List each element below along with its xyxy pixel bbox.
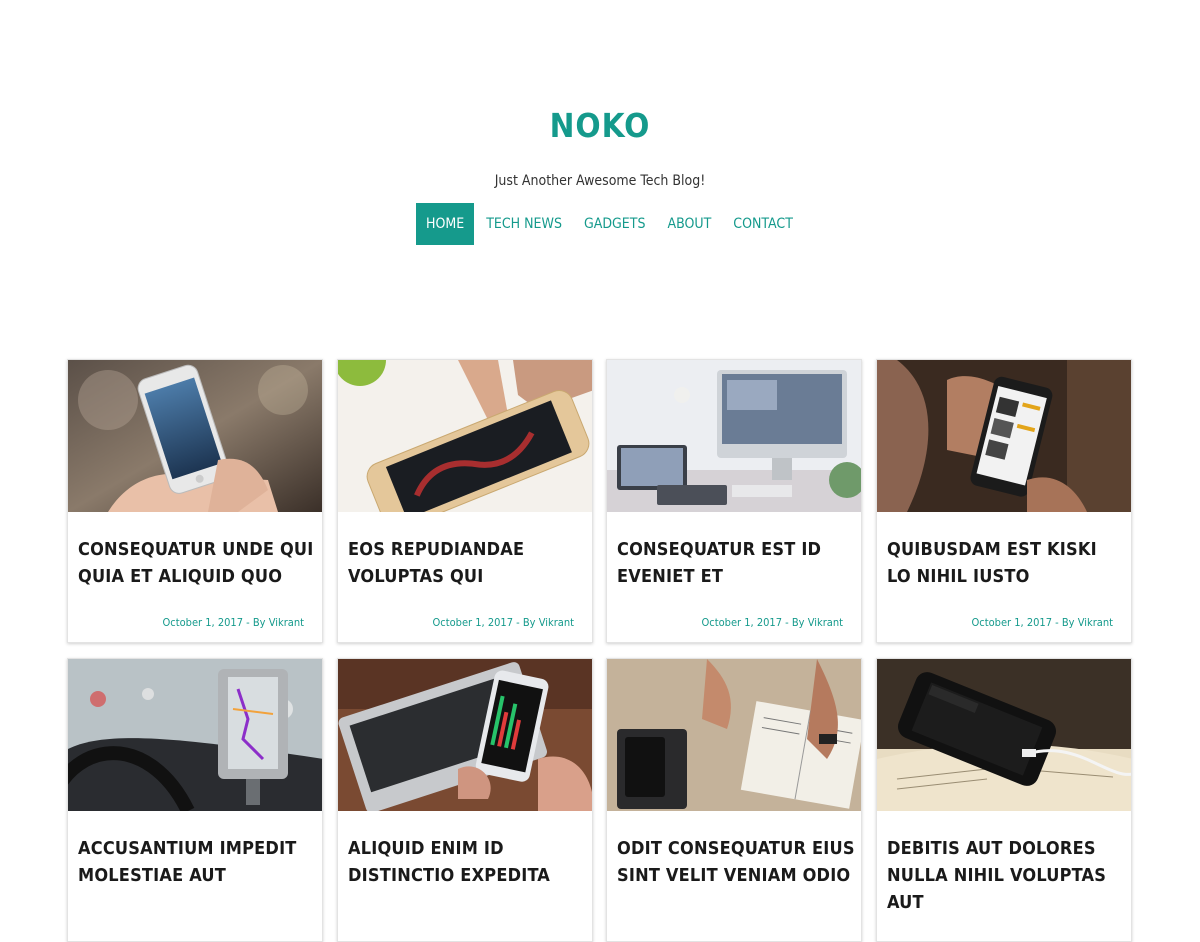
post-by: By (791, 616, 805, 629)
post-card[interactable]: QUIBUSDAM EST KISKI LO NIHIL IUSTO Octob… (876, 359, 1132, 643)
post-author[interactable]: Vikrant (269, 616, 304, 629)
post-title[interactable]: ODIT CONSEQUATUR EIUS SINT VELIT VENIAM … (617, 835, 855, 889)
phone-on-bible-photo (877, 659, 1131, 811)
post-title[interactable]: EOS REPUDIANDAE VOLUPTAS QUI (348, 536, 586, 590)
post-date[interactable]: October 1, 2017 (163, 616, 244, 629)
nav-item-about[interactable]: ABOUT (657, 203, 721, 245)
post-by: By (1061, 616, 1075, 629)
nav-item-contact[interactable]: CONTACT (723, 203, 803, 245)
site-tagline: Just Another Awesome Tech Blog! (494, 173, 706, 189)
post-title[interactable]: CONSEQUATUR EST ID EVENIET ET (617, 536, 855, 590)
post-title[interactable]: QUIBUSDAM EST KISKI LO NIHIL IUSTO (887, 536, 1125, 590)
nav-item-gadgets[interactable]: GADGETS (574, 203, 655, 245)
post-thumbnail[interactable] (877, 360, 1131, 512)
post-card[interactable]: ACCUSANTIUM IMPEDIT MOLESTIAE AUT (67, 658, 323, 942)
post-card[interactable]: ODIT CONSEQUATUR EIUS SINT VELIT VENIAM … (606, 658, 862, 942)
post-thumbnail[interactable] (68, 659, 322, 811)
post-meta: October 1, 2017 - By Vikrant (971, 616, 1113, 629)
post-title[interactable]: ACCUSANTIUM IMPEDIT MOLESTIAE AUT (78, 835, 316, 889)
post-card[interactable]: CONSEQUATUR UNDE QUI QUIA ET ALIQUID QUO… (67, 359, 323, 643)
post-thumbnail[interactable] (877, 659, 1131, 811)
post-by: By (522, 616, 536, 629)
post-card[interactable]: EOS REPUDIANDAE VOLUPTAS QUI October 1, … (337, 359, 593, 643)
post-thumbnail[interactable] (607, 360, 861, 512)
post-date[interactable]: October 1, 2017 (972, 616, 1053, 629)
post-title[interactable]: DEBITIS AUT DOLORES NULLA NIHIL VOLUPTAS… (887, 835, 1125, 916)
car-phone-navigation-photo (68, 659, 322, 811)
post-meta: October 1, 2017 - By Vikrant (162, 616, 304, 629)
site-title[interactable]: NOKO (0, 106, 1200, 145)
post-author[interactable]: Vikrant (808, 616, 843, 629)
hands-book-desk-photo (607, 659, 861, 811)
post-card[interactable]: DEBITIS AUT DOLORES NULLA NIHIL VOLUPTAS… (876, 658, 1132, 942)
post-thumbnail[interactable] (607, 659, 861, 811)
laptop-phone-chart-photo (338, 659, 592, 811)
post-title[interactable]: CONSEQUATUR UNDE QUI QUIA ET ALIQUID QUO (78, 536, 316, 590)
post-thumbnail[interactable] (338, 659, 592, 811)
hand-holding-iphone-photo (68, 360, 322, 512)
post-title[interactable]: ALIQUID ENIM ID DISTINCTIO EXPEDITA (348, 835, 586, 889)
finger-touching-phone-photo (338, 360, 592, 512)
site-header: NOKO Just Another Awesome Tech Blog! HOM… (0, 0, 1200, 300)
main-nav: HOME TECH NEWS GADGETS ABOUT CONTACT (416, 203, 805, 245)
post-card[interactable]: ALIQUID ENIM ID DISTINCTIO EXPEDITA (337, 658, 593, 942)
post-card[interactable]: CONSEQUATUR EST ID EVENIET ET October 1,… (606, 359, 862, 643)
post-thumbnail[interactable] (68, 360, 322, 512)
post-meta: October 1, 2017 - By Vikrant (432, 616, 574, 629)
phone-shopping-app-photo (877, 360, 1131, 512)
imac-desk-setup-photo (607, 360, 861, 512)
post-date[interactable]: October 1, 2017 (702, 616, 783, 629)
nav-item-tech-news[interactable]: TECH NEWS (476, 203, 572, 245)
post-author[interactable]: Vikrant (1078, 616, 1113, 629)
post-author[interactable]: Vikrant (539, 616, 574, 629)
post-date[interactable]: October 1, 2017 (433, 616, 514, 629)
nav-item-home[interactable]: HOME (416, 203, 475, 245)
post-meta: October 1, 2017 - By Vikrant (701, 616, 843, 629)
post-thumbnail[interactable] (338, 360, 592, 512)
post-by: By (252, 616, 266, 629)
